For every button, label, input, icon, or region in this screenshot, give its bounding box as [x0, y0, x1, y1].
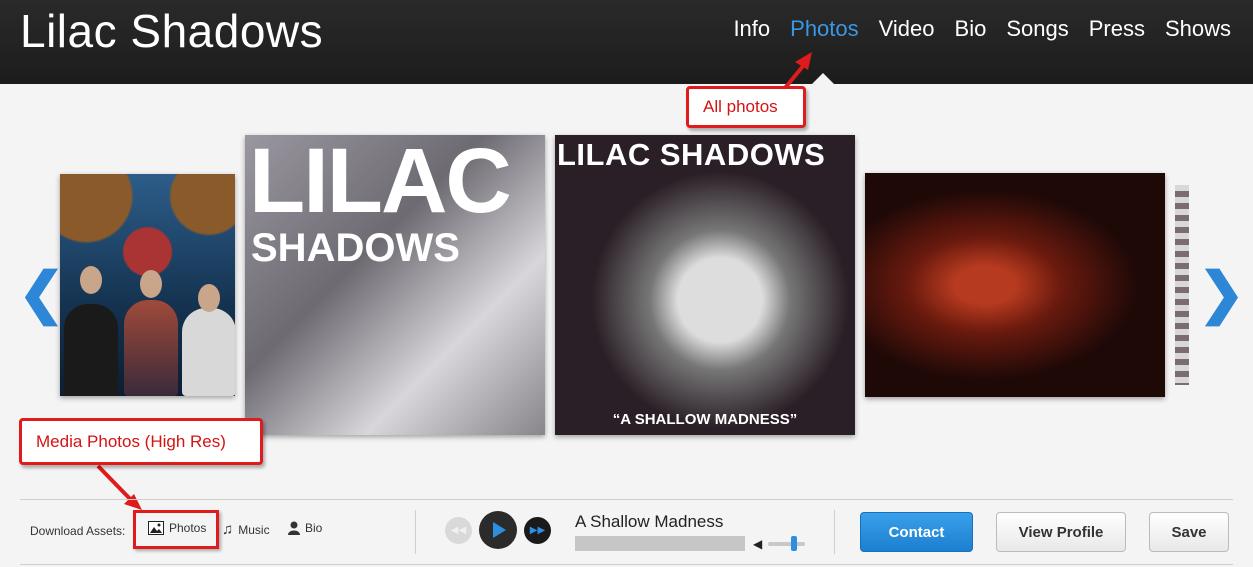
play-button[interactable] — [479, 511, 517, 549]
cover-title-line2: SHADOWS — [251, 226, 460, 270]
nav-info[interactable]: Info — [733, 16, 770, 42]
play-icon — [493, 522, 506, 538]
band-member-head — [140, 270, 162, 298]
nav-press[interactable]: Press — [1089, 16, 1145, 42]
nav-shows[interactable]: Shows — [1165, 16, 1231, 42]
carousel-photo-album-cover-2[interactable]: LILAC SHADOWS “A SHALLOW MADNESS” — [555, 135, 855, 435]
save-button[interactable]: Save — [1149, 512, 1229, 552]
user-icon — [288, 521, 300, 535]
separator — [834, 510, 835, 554]
track-title: A Shallow Madness — [575, 512, 724, 531]
header: Lilac Shadows Info Photos Video Bio Song… — [0, 0, 1253, 84]
chevron-right-icon: ❯ — [1198, 261, 1245, 324]
main-nav: Info Photos Video Bio Songs Press Shows — [733, 16, 1231, 42]
band-member — [64, 304, 118, 396]
rewind-icon: ◀◀ — [450, 525, 467, 536]
nav-active-caret — [812, 73, 834, 84]
previous-track-button[interactable]: ◀◀ — [445, 517, 472, 544]
nav-video[interactable]: Video — [879, 16, 935, 42]
view-profile-button[interactable]: View Profile — [996, 512, 1126, 552]
volume-slider[interactable] — [768, 542, 805, 546]
cover-subtitle: “A SHALLOW MADNESS” — [612, 411, 798, 428]
band-title: Lilac Shadows — [20, 5, 324, 57]
nav-songs[interactable]: Songs — [1006, 16, 1068, 42]
band-member-head — [198, 284, 220, 312]
chevron-left-icon: ❮ — [18, 261, 65, 324]
download-bio-link[interactable]: Bio — [288, 521, 322, 535]
footer-divider-bottom — [20, 564, 1233, 565]
arrowhead-asset — [124, 494, 142, 510]
volume-slider-handle[interactable] — [791, 536, 797, 551]
download-music-label: Music — [238, 522, 270, 537]
cover-title: LILAC SHADOWS — [557, 137, 826, 172]
carousel-photo-album-cover-1[interactable]: LILAC SHADOWS — [245, 135, 545, 435]
music-note-icon: ♫ — [222, 521, 234, 538]
contact-button[interactable]: Contact — [860, 512, 973, 552]
fast-forward-icon: ▶▶ — [529, 525, 546, 536]
download-bio-label: Bio — [305, 521, 323, 535]
next-track-button[interactable]: ▶▶ — [524, 517, 551, 544]
carousel-prev-button[interactable]: ❮ — [18, 265, 65, 321]
band-member — [182, 308, 235, 396]
all-photos-callout: All photos — [686, 86, 806, 128]
download-music-link[interactable]: ♫ Music — [222, 521, 270, 538]
nav-bio[interactable]: Bio — [955, 16, 987, 42]
band-member-head — [80, 266, 102, 294]
band-member — [124, 300, 178, 396]
media-photos-callout: Media Photos (High Res) — [19, 418, 263, 465]
carousel-photo-band[interactable] — [60, 174, 235, 396]
volume-icon: ◀ — [753, 537, 763, 551]
carousel-photo-live[interactable] — [865, 173, 1165, 397]
carousel-photo-partial[interactable] — [1175, 185, 1189, 385]
carousel-next-button[interactable]: ❯ — [1198, 265, 1245, 321]
download-assets-label: Download Assets: — [30, 524, 126, 538]
nav-photos[interactable]: Photos — [790, 16, 859, 42]
photos-asset-highlight — [133, 510, 219, 549]
separator — [415, 510, 416, 554]
track-progress-bar[interactable] — [575, 536, 745, 551]
footer-divider-top — [20, 499, 1233, 500]
cover-title-line1: LILAC — [249, 135, 512, 232]
